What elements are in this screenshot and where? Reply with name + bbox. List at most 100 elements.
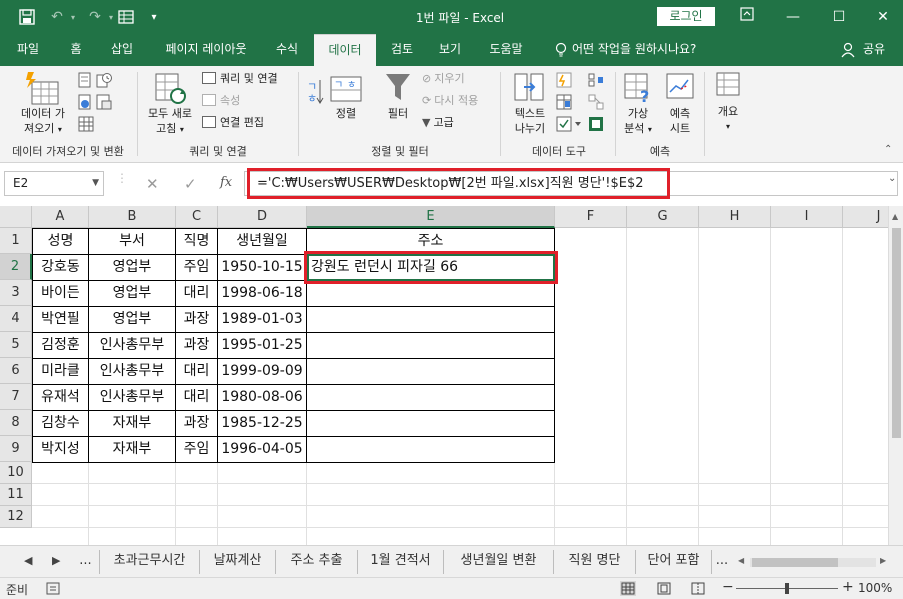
form-icon[interactable] <box>116 6 136 28</box>
vertical-scrollbar[interactable]: ▲ <box>888 206 903 545</box>
cell-c2[interactable]: 주임 <box>176 255 217 280</box>
login-button[interactable]: 로그인 <box>657 7 715 26</box>
cell-b7[interactable]: 인사총무부 <box>89 385 175 410</box>
cell-a4[interactable]: 박연필 <box>33 307 88 332</box>
macro-record-icon[interactable] <box>46 582 60 598</box>
customize-quick-access-icon[interactable]: ▾ <box>146 6 162 28</box>
forecast-sheet-button[interactable]: 예측 시트 <box>660 106 700 136</box>
edit-links-button[interactable]: 연결 편집 <box>202 115 264 131</box>
sheet-tab[interactable]: 생년월일 변환 <box>444 550 554 574</box>
zoom-in-icon[interactable]: + <box>842 579 854 595</box>
redo-icon[interactable]: ↷ <box>84 6 106 28</box>
row-header-5[interactable]: 5 <box>0 332 32 358</box>
filter-button[interactable]: 필터 <box>378 106 418 121</box>
name-box[interactable]: E2 ▼ <box>4 171 104 196</box>
cell-b2[interactable]: 영업부 <box>89 255 175 280</box>
tab-data[interactable]: 데이터 <box>314 34 376 66</box>
cell-c7[interactable]: 대리 <box>176 385 217 410</box>
save-icon[interactable] <box>16 6 38 28</box>
flash-fill-icon[interactable] <box>556 72 572 91</box>
column-header-d[interactable]: D <box>218 206 307 228</box>
cell-a8[interactable]: 김창수 <box>33 411 88 436</box>
scroll-up-icon[interactable]: ▲ <box>892 212 898 221</box>
redo-dropdown-icon[interactable]: ▾ <box>106 6 116 28</box>
cell-d7[interactable]: 1980-08-06 <box>218 385 306 410</box>
what-if-analysis-button[interactable]: 가상 분석 ▾ <box>616 106 660 137</box>
cell-a5[interactable]: 김정훈 <box>33 333 88 358</box>
share-button[interactable]: 공유 <box>856 34 892 66</box>
tab-formulas[interactable]: 수식 <box>266 34 308 66</box>
sort-az-icon[interactable]: ㄱㅎ <box>306 78 324 125</box>
sheet-next-icon[interactable]: ▶ <box>52 554 60 567</box>
remove-duplicates-icon[interactable] <box>556 94 572 113</box>
row-header-6[interactable]: 6 <box>0 358 32 384</box>
tab-home[interactable]: 홈 <box>56 34 96 66</box>
sheet-tab[interactable]: 날짜계산 <box>200 550 276 574</box>
cell-a7[interactable]: 유재석 <box>33 385 88 410</box>
outline-button[interactable]: 개요 ▾ <box>708 104 748 134</box>
cell-b6[interactable]: 인사총무부 <box>89 359 175 384</box>
cell-b5[interactable]: 인사총무부 <box>89 333 175 358</box>
row-header-11[interactable]: 11 <box>0 484 32 506</box>
tab-review[interactable]: 검토 <box>380 34 424 66</box>
row-header-2[interactable]: 2 <box>0 254 32 280</box>
collapse-ribbon-icon[interactable]: ⌃ <box>884 144 892 155</box>
row-header-1[interactable]: 1 <box>0 228 32 254</box>
normal-view-icon[interactable] <box>620 581 636 596</box>
cancel-icon[interactable]: ✕ <box>146 175 159 193</box>
cell-d4[interactable]: 1989-01-03 <box>218 307 306 332</box>
from-table-icon[interactable] <box>78 116 94 135</box>
cell-c5[interactable]: 과장 <box>176 333 217 358</box>
cell-d2[interactable]: 1950-10-15 <box>218 255 306 280</box>
close-icon[interactable]: ✕ <box>860 4 903 30</box>
cell-c9[interactable]: 주임 <box>176 437 217 462</box>
column-header-a[interactable]: A <box>32 206 89 228</box>
tab-help[interactable]: 도움말 <box>476 34 536 66</box>
advanced-filter-button[interactable]: ▼ 고급 <box>422 115 454 131</box>
recent-sources-icon[interactable] <box>96 72 112 91</box>
insert-function-icon[interactable]: fx <box>220 175 232 190</box>
data-validation-icon[interactable] <box>556 116 582 135</box>
row-header-8[interactable]: 8 <box>0 410 32 436</box>
row-header-12[interactable]: 12 <box>0 506 32 528</box>
cell-a3[interactable]: 바이든 <box>33 281 88 306</box>
from-web-icon[interactable] <box>78 94 92 113</box>
from-text-icon[interactable] <box>78 72 92 91</box>
sheet-tab[interactable]: 초과근무시간 <box>100 550 200 574</box>
sort-button[interactable]: 정렬 <box>326 106 366 121</box>
tab-page-layout[interactable]: 페이지 레이아웃 <box>148 34 264 66</box>
sheet-tab[interactable]: 1월 견적서 <box>358 550 444 574</box>
cell-b4[interactable]: 영업부 <box>89 307 175 332</box>
cell-c6[interactable]: 대리 <box>176 359 217 384</box>
header-cell-title[interactable]: 직명 <box>176 229 217 254</box>
cell-b9[interactable]: 자재부 <box>89 437 175 462</box>
clear-filter-button[interactable]: ⊘ 지우기 <box>422 71 465 87</box>
ribbon-display-options-icon[interactable] <box>724 4 770 30</box>
tab-file[interactable]: 파일 <box>4 34 52 66</box>
header-cell-name[interactable]: 성명 <box>33 229 88 254</box>
sheet-tab[interactable]: 주소 추출 <box>276 550 358 574</box>
column-header-f[interactable]: F <box>555 206 627 228</box>
header-cell-birth[interactable]: 생년월일 <box>218 229 306 254</box>
name-box-dropdown-icon[interactable]: ▼ <box>92 172 99 195</box>
row-header-9[interactable]: 9 <box>0 436 32 462</box>
cell-c3[interactable]: 대리 <box>176 281 217 306</box>
zoom-slider-thumb[interactable] <box>785 583 789 594</box>
maximize-icon[interactable]: ☐ <box>816 4 862 30</box>
horizontal-scroll-thumb[interactable] <box>752 558 838 567</box>
sheet-tab-more-right[interactable]: ... <box>712 550 732 574</box>
cell-c8[interactable]: 과장 <box>176 411 217 436</box>
sheet-tab[interactable]: 단어 포함 <box>636 550 712 574</box>
enter-icon[interactable]: ✓ <box>184 175 197 193</box>
row-header-4[interactable]: 4 <box>0 306 32 332</box>
tell-me-search[interactable]: 어떤 작업을 원하시나요? <box>572 34 712 66</box>
cell-b8[interactable]: 자재부 <box>89 411 175 436</box>
text-to-columns-button[interactable]: 텍스트 나누기 <box>506 106 554 136</box>
tab-view[interactable]: 보기 <box>428 34 472 66</box>
horizontal-scrollbar[interactable]: ◀ ▶ <box>738 556 888 569</box>
cell-d3[interactable]: 1998-06-18 <box>218 281 306 306</box>
sheet-tab-more-left[interactable]: ... <box>72 550 100 574</box>
zoom-level[interactable]: 100% <box>858 581 892 595</box>
cell-d9[interactable]: 1996-04-05 <box>218 437 306 462</box>
column-header-g[interactable]: G <box>627 206 699 228</box>
